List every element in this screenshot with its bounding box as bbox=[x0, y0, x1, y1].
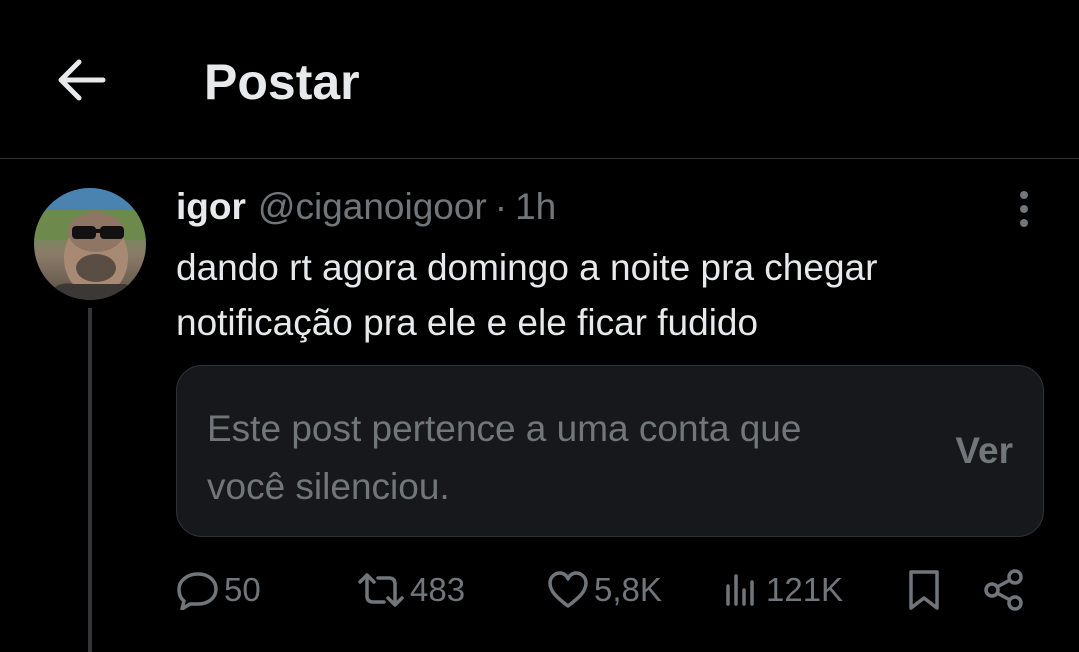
muted-message-line: Este post pertence a uma conta que bbox=[207, 408, 802, 449]
post-text-line: dando rt agora domingo a noite pra chega… bbox=[176, 247, 878, 288]
more-options-button[interactable] bbox=[1002, 186, 1046, 232]
avatar-photo bbox=[34, 188, 146, 300]
reply-icon bbox=[177, 572, 218, 610]
author-name[interactable]: igor bbox=[176, 186, 246, 228]
post-text-line: notificação pra ele e ele ficar fudido bbox=[176, 302, 759, 343]
post-actions: 50 483 5,8K 121K bbox=[176, 564, 1036, 616]
page-title: Postar bbox=[204, 54, 360, 110]
like-button[interactable]: 5,8K bbox=[546, 564, 662, 616]
more-vertical-icon bbox=[1020, 191, 1028, 227]
bookmark-icon bbox=[909, 570, 939, 610]
author-handle[interactable]: @ciganoigoor bbox=[258, 186, 487, 228]
repost-button[interactable]: 483 bbox=[356, 564, 465, 616]
share-icon bbox=[984, 569, 1023, 611]
muted-message-line: você silenciou. bbox=[207, 466, 450, 507]
back-button[interactable] bbox=[44, 44, 116, 116]
heart-icon bbox=[548, 571, 588, 608]
views-button[interactable]: 121K bbox=[722, 564, 843, 616]
bar-chart-icon bbox=[726, 574, 754, 606]
muted-quote-card: Este post pertence a uma conta que você … bbox=[176, 365, 1044, 537]
post-text: dando rt agora domingo a noite pra chega… bbox=[176, 240, 1036, 350]
avatar[interactable] bbox=[34, 188, 146, 300]
view-button[interactable]: Ver bbox=[955, 430, 1013, 472]
post-time[interactable]: 1h bbox=[515, 186, 556, 228]
share-button[interactable] bbox=[982, 564, 1026, 616]
repost-count: 483 bbox=[410, 571, 466, 608]
top-bar: Postar bbox=[0, 0, 1079, 159]
like-count: 5,8K bbox=[594, 571, 662, 608]
bookmark-button[interactable] bbox=[906, 564, 942, 616]
muted-message: Este post pertence a uma conta que você … bbox=[207, 400, 907, 516]
reply-count: 50 bbox=[224, 571, 261, 608]
post-meta: igor @ciganoigoor · 1h bbox=[176, 182, 556, 232]
arrow-left-icon bbox=[58, 59, 106, 101]
repost-icon bbox=[358, 573, 404, 607]
reply-button[interactable]: 50 bbox=[176, 564, 261, 616]
thread-line bbox=[88, 308, 92, 652]
view-count: 121K bbox=[766, 571, 844, 608]
meta-separator: · bbox=[494, 186, 508, 227]
